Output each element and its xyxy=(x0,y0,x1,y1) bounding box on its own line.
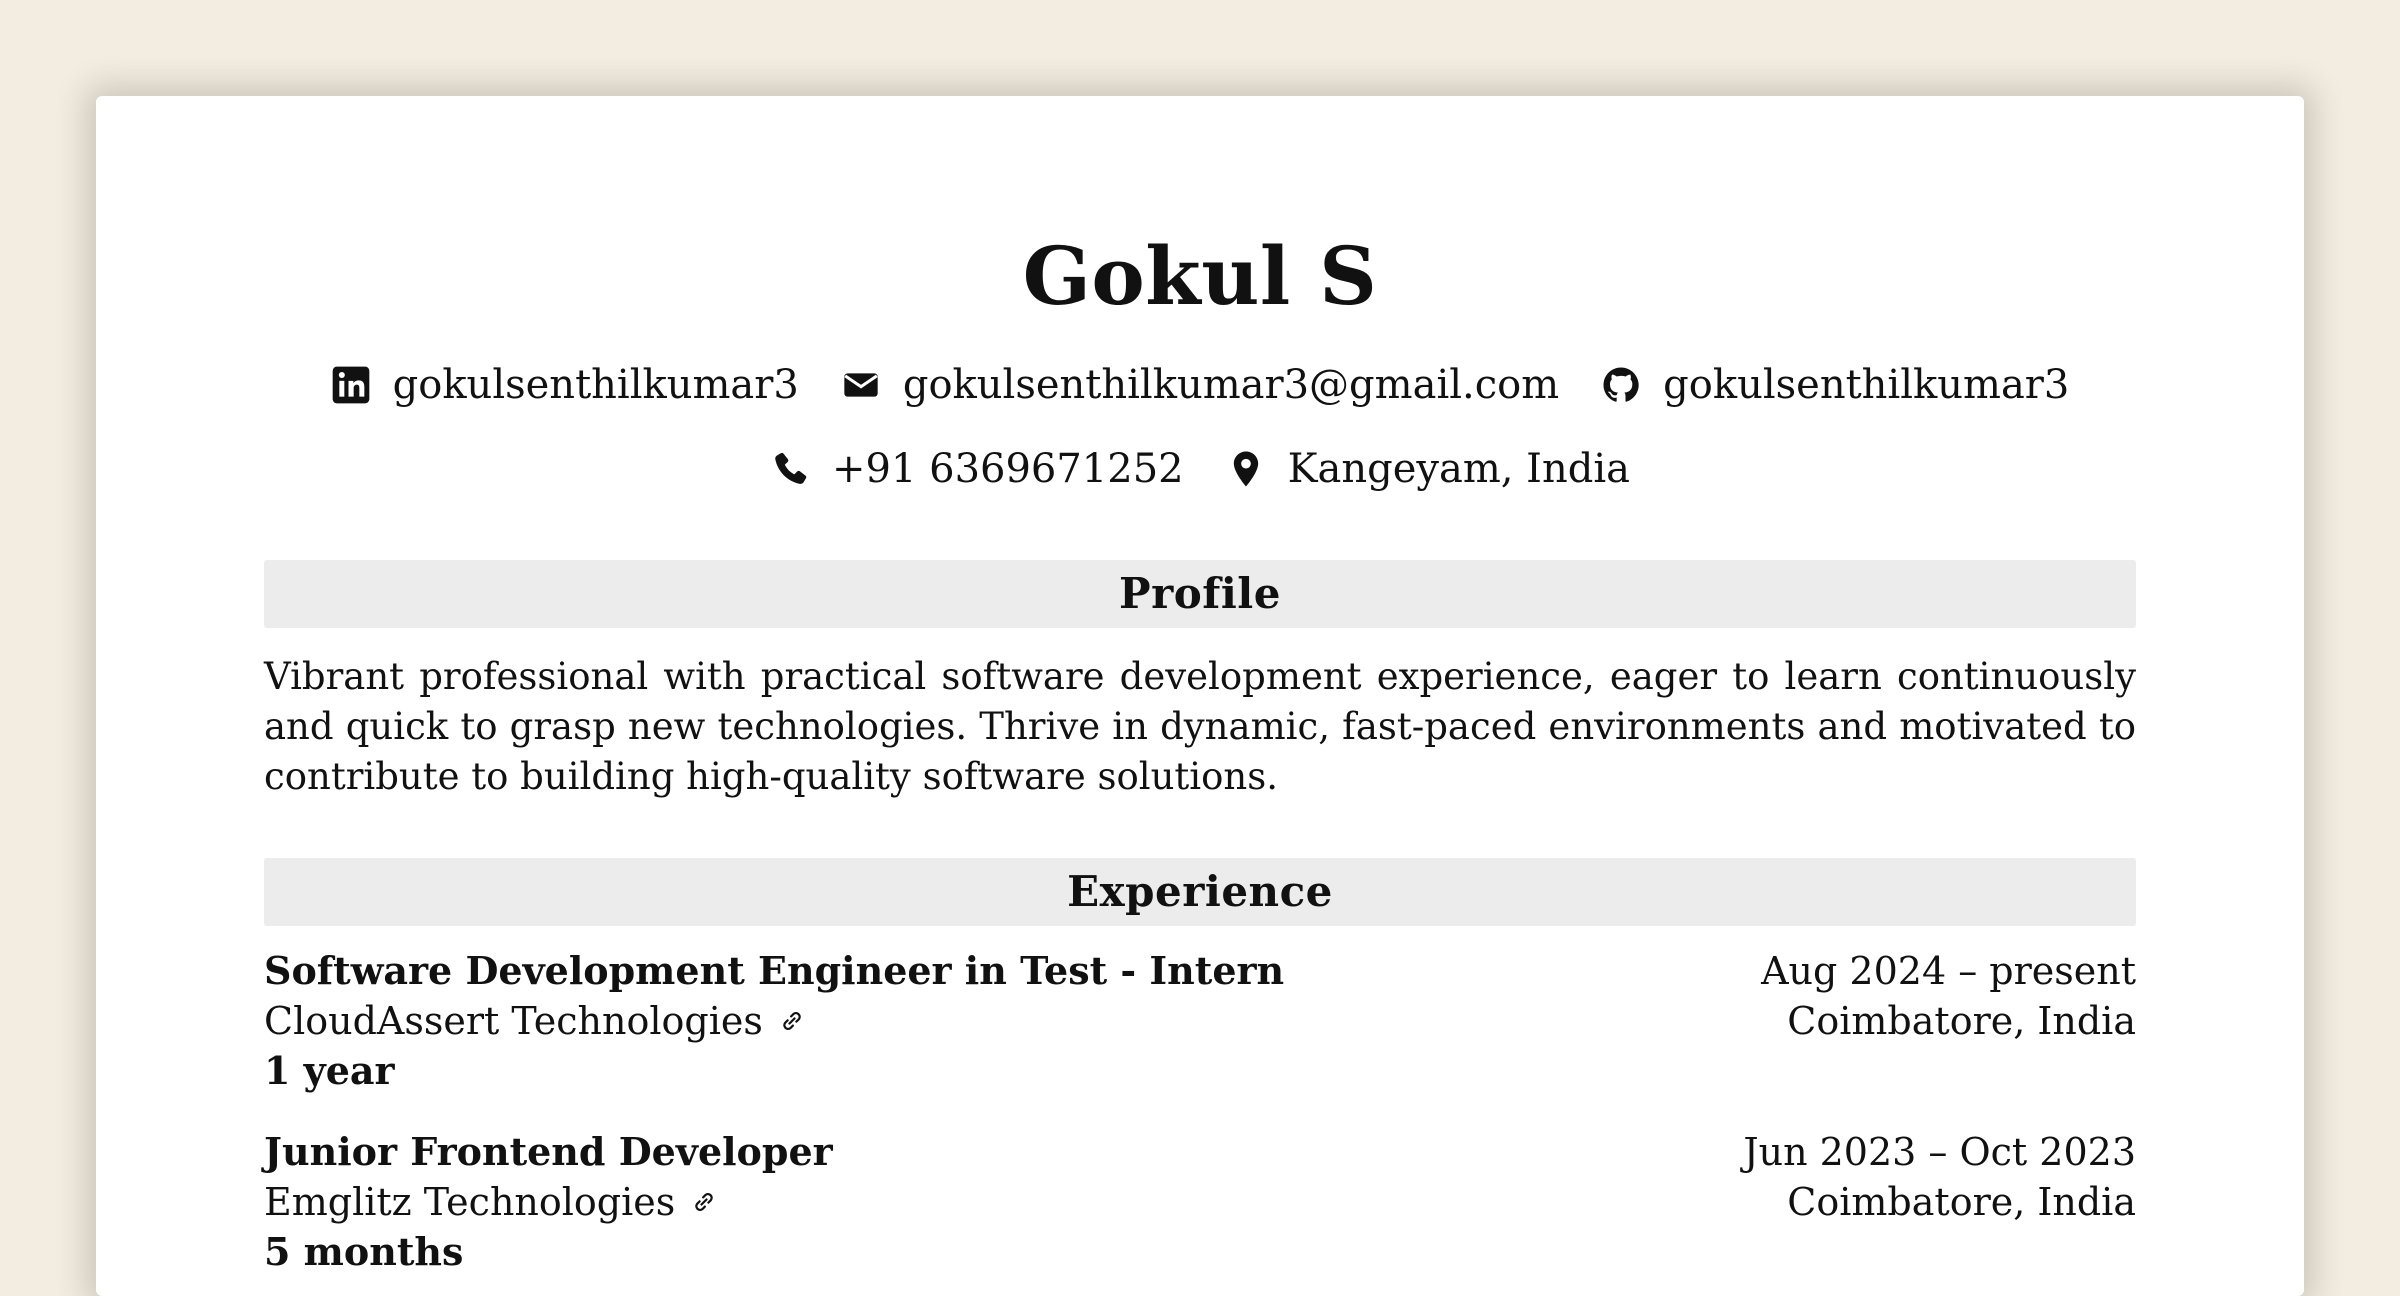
job-dates: Jun 2023 – Oct 2023 xyxy=(1743,1130,2136,1174)
section-heading-experience: Experience xyxy=(264,858,2136,926)
job-title: Software Development Engineer in Test - … xyxy=(264,948,1285,993)
link-icon[interactable] xyxy=(777,1006,807,1036)
job-dates: Aug 2024 – present xyxy=(1761,949,2136,993)
link-icon[interactable] xyxy=(689,1187,719,1217)
job-duration: 1 year xyxy=(264,1048,395,1093)
company-name: CloudAssert Technologies xyxy=(264,999,763,1043)
job-duration: 5 months xyxy=(264,1229,464,1274)
experience-entry: Software Development Engineer in Test - … xyxy=(264,946,2136,1106)
experience-entry: Junior Frontend Developer Jun 2023 – Oct… xyxy=(264,1127,2136,1287)
company-name: Emglitz Technologies xyxy=(264,1180,676,1224)
job-location: Coimbatore, India xyxy=(1787,999,2136,1043)
resume-page: Gokul S gokulsenthilkumar3 gokulsenthilk… xyxy=(96,96,2304,1296)
job-location: Coimbatore, India xyxy=(1787,1180,2136,1224)
profile-summary: Vibrant professional with practical soft… xyxy=(264,655,2136,798)
job-company: Emglitz Technologies xyxy=(264,1177,719,1227)
section-heading-profile: Profile xyxy=(264,560,2136,628)
resume-body: Profile Vibrant professional with practi… xyxy=(264,96,2136,1296)
job-title: Junior Frontend Developer xyxy=(264,1129,833,1174)
job-company: CloudAssert Technologies xyxy=(264,996,807,1046)
